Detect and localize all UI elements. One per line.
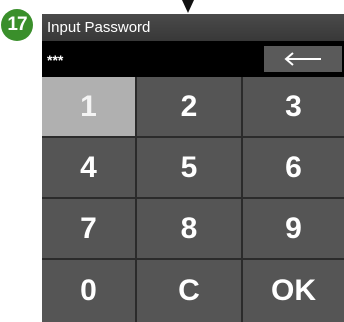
key-7-button[interactable]: 7 <box>42 199 137 260</box>
key-2-button[interactable]: 2 <box>137 77 243 138</box>
key-1-button[interactable]: 1 <box>42 77 137 138</box>
password-dialog: Input Password *** 1 2 3 4 5 6 7 8 9 0 C… <box>42 14 344 322</box>
dialog-title: Input Password <box>42 14 344 41</box>
key-4-button[interactable]: 4 <box>42 138 137 199</box>
key-3-button[interactable]: 3 <box>243 77 344 138</box>
backspace-button[interactable] <box>264 46 342 72</box>
key-9-button[interactable]: 9 <box>243 199 344 260</box>
key-5-button[interactable]: 5 <box>137 138 243 199</box>
password-input-row: *** <box>42 41 344 77</box>
key-ok-button[interactable]: OK <box>243 260 344 322</box>
left-arrow-icon <box>284 52 321 66</box>
key-8-button[interactable]: 8 <box>137 199 243 260</box>
key-6-button[interactable]: 6 <box>243 138 344 199</box>
password-field[interactable]: *** <box>47 41 63 77</box>
key-0-button[interactable]: 0 <box>42 260 137 322</box>
key-clear-button[interactable]: C <box>137 260 243 322</box>
down-arrow-pointer-icon <box>182 0 194 13</box>
step-number-badge: 17 <box>1 9 33 41</box>
numeric-keypad: 1 2 3 4 5 6 7 8 9 0 C OK <box>42 77 344 322</box>
